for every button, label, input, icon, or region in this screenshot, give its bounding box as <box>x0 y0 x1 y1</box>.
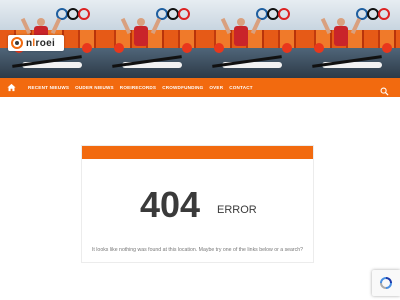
banner-photo <box>100 0 200 78</box>
main-nav: Recent nieuws Ouder nieuws Roeirecords C… <box>0 78 400 97</box>
home-icon[interactable] <box>0 78 22 97</box>
recaptcha-badge[interactable] <box>372 270 400 296</box>
search-icon[interactable] <box>380 83 389 96</box>
nav-item-contact[interactable]: Contact <box>229 85 253 90</box>
header-banner: nlroei <box>0 0 400 78</box>
banner-photo <box>300 0 400 78</box>
error-card-accent-bar <box>82 146 313 159</box>
nav-item-over[interactable]: Over <box>209 85 223 90</box>
error-message: It looks like nothing was found at this … <box>91 247 304 253</box>
banner-photo <box>200 0 300 78</box>
error-card: 404 ERROR It looks like nothing was foun… <box>81 145 314 263</box>
nav-item-ouder-nieuws[interactable]: Ouder nieuws <box>75 85 114 90</box>
nav-item-recent-nieuws[interactable]: Recent nieuws <box>28 85 69 90</box>
error-label: ERROR <box>217 204 257 216</box>
logo-text: nlroei <box>26 37 56 49</box>
recaptcha-icon <box>380 277 392 289</box>
nav-item-roeirecords[interactable]: Roeirecords <box>120 85 156 90</box>
error-code: 404 <box>140 184 201 225</box>
nav-item-crowdfunding[interactable]: Crowdfunding <box>162 85 203 90</box>
site-logo[interactable]: nlroei <box>8 35 64 51</box>
logo-mark-icon <box>11 37 23 49</box>
